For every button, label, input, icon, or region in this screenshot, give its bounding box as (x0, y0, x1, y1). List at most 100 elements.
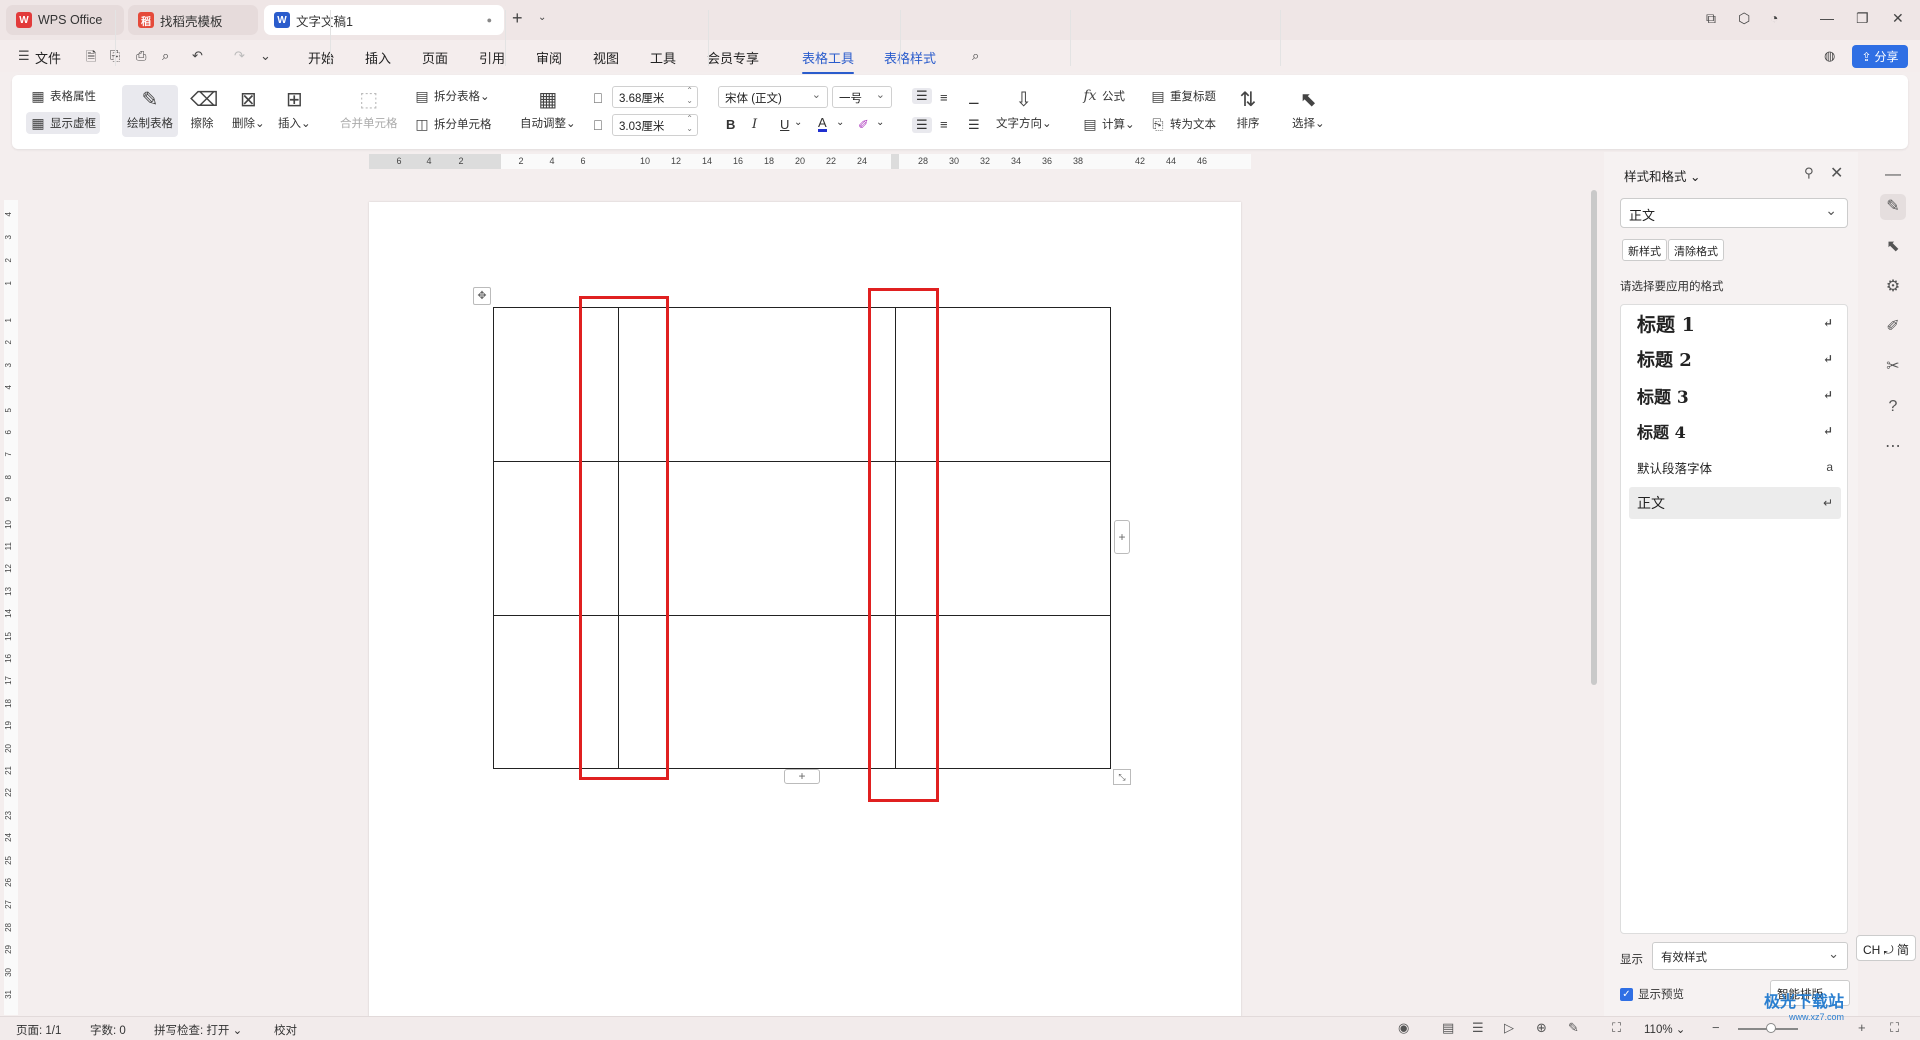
horizontal-ruler[interactable]: 6 4 2 2 4 6 10 12 14 16 18 20 22 24 28 3… (369, 154, 1251, 169)
menu-table-style[interactable]: 表格样式 (884, 48, 936, 67)
menu-review[interactable]: 审阅 (536, 48, 562, 67)
avatar[interactable]: ◔ (1770, 10, 1778, 26)
chat-icon[interactable]: ◍ (1824, 48, 1835, 64)
align-bottom-icon[interactable]: ⚊ (968, 92, 980, 108)
align-right-icon[interactable]: ☰ (968, 117, 980, 133)
style-item-default-font[interactable]: 默认段落字体 a (1629, 451, 1841, 483)
more-icon[interactable]: ⋯ (1880, 434, 1906, 460)
clear-format-button[interactable]: 清除格式 (1668, 239, 1724, 261)
delete-button[interactable]: ⊠ 删除⌄ (232, 88, 265, 131)
menu-tools[interactable]: 工具 (650, 48, 676, 67)
collapse-icon[interactable]: — (1880, 162, 1906, 188)
align-left-icon[interactable]: ☰ (912, 117, 932, 133)
tools-icon[interactable]: ✂ (1880, 354, 1906, 380)
zoom-slider-knob[interactable] (1766, 1023, 1776, 1033)
merge-cells-button[interactable]: ⬚ 合并单元格 (340, 88, 398, 131)
cube-icon[interactable]: ⬡ (1738, 10, 1750, 27)
column-width-input[interactable]: 3.68厘米 (612, 86, 698, 108)
spell-check-toggle[interactable]: 拼写检查: 打开 ⌄ (154, 1022, 242, 1038)
help-icon[interactable]: ? (1880, 394, 1906, 420)
highlight-chevron-icon[interactable]: ⌄ (876, 117, 884, 128)
select-cursor-icon[interactable]: ⬉ (1880, 234, 1906, 260)
auto-fit-button[interactable]: ▦ 自动调整⌄ (520, 88, 576, 131)
style-brush-icon[interactable]: ✎ (1880, 194, 1906, 220)
restore-icon[interactable]: ❐ (1856, 10, 1869, 27)
close-icon[interactable]: ✕ (1892, 10, 1904, 27)
tab-list-chevron-icon[interactable]: ⌄ (538, 12, 546, 23)
window-layout-icon[interactable]: ⧉ (1706, 10, 1716, 27)
zoom-in-icon[interactable]: + (1858, 1020, 1866, 1035)
to-text-button[interactable]: ⎘ 转为文本 (1150, 116, 1216, 132)
table-resize-handle-icon[interactable]: ⤡ (1113, 769, 1131, 785)
split-cells-button[interactable]: ◫ 拆分单元格 (414, 116, 491, 132)
print-preview-icon[interactable]: ⌕ (162, 48, 169, 64)
add-column-button[interactable]: + (1114, 520, 1130, 554)
page-view-icon[interactable]: ▤ (1442, 1020, 1454, 1036)
print-icon[interactable]: ⎙ (136, 48, 146, 64)
bold-button[interactable]: B (726, 117, 735, 132)
style-item-heading-4[interactable]: 标题 4 ↵ (1629, 415, 1841, 447)
draw-table-button[interactable]: ✎ 绘制表格 (122, 85, 178, 137)
style-item-heading-2[interactable]: 标题 2 ↵ (1629, 343, 1841, 375)
style-item-body[interactable]: 正文 ↵ (1629, 487, 1841, 519)
show-preview-checkbox[interactable]: ✓ 显示预览 (1620, 986, 1684, 1002)
table-move-handle-icon[interactable]: ✥ (473, 287, 491, 305)
customize-chevron-icon[interactable]: ⌄ (260, 48, 271, 64)
scrollbar-thumb[interactable] (1591, 190, 1597, 685)
italic-button[interactable]: I (752, 117, 757, 132)
redo-icon[interactable]: ↷ (234, 48, 245, 64)
close-panel-icon[interactable]: ✕ (1830, 163, 1843, 183)
row-height-input[interactable]: 3.03厘米 (612, 114, 698, 136)
font-color-chevron-icon[interactable]: ⌄ (836, 117, 844, 128)
tab-docer-templates[interactable]: 稻 找稻壳模板 (128, 5, 258, 35)
tab-document[interactable]: W 文字文稿1 ● (264, 5, 504, 35)
select-button[interactable]: ⬉ 选择⌄ (1292, 88, 1325, 131)
font-size-select[interactable]: 一号 (832, 86, 892, 108)
menu-reference[interactable]: 引用 (479, 48, 505, 67)
new-tab-plus-icon[interactable]: + (512, 8, 523, 29)
table-properties-button[interactable]: ▦ 表格属性 (30, 88, 96, 104)
proofread-button[interactable]: 校对 (274, 1022, 297, 1038)
show-grid-button[interactable]: ▦ 显示虚框 (26, 112, 100, 134)
text-direction-button[interactable]: ⇩ 文字方向⌄ (996, 88, 1052, 131)
fit-page-icon[interactable]: ⛶ (1612, 1020, 1621, 1036)
play-icon[interactable]: ▷ (1504, 1020, 1514, 1036)
align-middle-icon[interactable]: ≡ (940, 90, 948, 105)
style-item-heading-3[interactable]: 标题 3 ↵ (1629, 379, 1841, 411)
document-scrollbar[interactable] (1590, 155, 1598, 1015)
calculate-button[interactable]: ▤ 计算 ⌄ (1082, 116, 1134, 132)
menu-view[interactable]: 视图 (593, 48, 619, 67)
settings-sliders-icon[interactable]: ⚙ (1880, 274, 1906, 300)
menu-table-tools[interactable]: 表格工具 (802, 48, 855, 74)
fullscreen-icon[interactable]: ⛶ (1890, 1020, 1899, 1036)
align-top-icon[interactable]: ☰ (912, 88, 932, 104)
share-button[interactable]: ⇪ 分享 (1852, 45, 1908, 68)
underline-button[interactable]: U (780, 117, 789, 132)
hamburger-icon[interactable]: ☰ (18, 48, 30, 64)
split-table-button[interactable]: ▤ 拆分表格 ⌄ (414, 88, 489, 104)
underline-chevron-icon[interactable]: ⌄ (794, 117, 802, 128)
style-item-heading-1[interactable]: 标题 1 ↵ (1629, 307, 1841, 339)
align-center-icon[interactable]: ≡ (940, 117, 948, 132)
outline-view-icon[interactable]: ☰ (1472, 1020, 1484, 1036)
show-filter-select[interactable]: 有效样式 (1652, 942, 1848, 970)
edit-doc-icon[interactable]: ✐ (1880, 314, 1906, 340)
font-color-button[interactable]: A (818, 116, 827, 132)
erase-button[interactable]: ⌫ 擦除 (190, 88, 218, 131)
add-row-button[interactable]: + (784, 769, 820, 784)
word-count[interactable]: 字数: 0 (90, 1022, 126, 1038)
pin-icon[interactable]: ⚲ (1804, 165, 1814, 181)
font-name-select[interactable]: 宋体 (正文) (718, 86, 828, 108)
menu-page[interactable]: 页面 (422, 48, 448, 67)
repeat-header-button[interactable]: ▤ 重复标题 (1150, 88, 1216, 104)
highlight-icon[interactable]: ✐ (858, 117, 869, 133)
insert-button[interactable]: ⊞ 插入⌄ (278, 88, 311, 131)
current-style-select[interactable]: 正文 (1620, 198, 1848, 228)
vertical-ruler[interactable]: 4 3 2 1 1 2 3 4 5 6 7 8 9 10 11 12 13 14 15 16 17 18 19 20 21 22 2… (4, 200, 18, 1015)
menu-member[interactable]: 会员专享 (707, 48, 759, 67)
tab-wps-office[interactable]: W WPS Office (6, 5, 124, 35)
zoom-out-icon[interactable]: − (1712, 1020, 1720, 1035)
new-style-button[interactable]: 新样式 (1622, 239, 1667, 261)
minimize-icon[interactable]: — (1820, 10, 1834, 26)
save-icon[interactable]: 🗎 (86, 48, 96, 70)
